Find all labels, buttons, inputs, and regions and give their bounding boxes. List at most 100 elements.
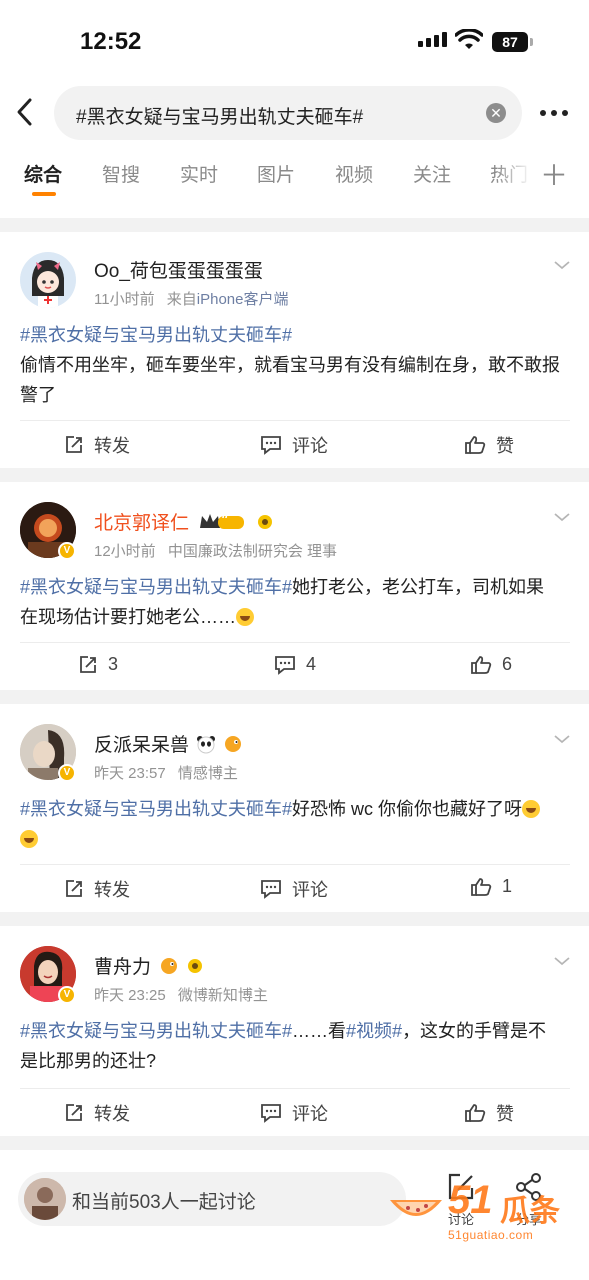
post-username[interactable]: 曹舟力: [94, 952, 204, 979]
post-source: 情感博主: [177, 765, 238, 782]
back-arrow-icon[interactable]: [14, 96, 38, 128]
tab-images[interactable]: 图片: [257, 160, 295, 187]
watermelon-logo-icon: [390, 1200, 442, 1216]
comment-button[interactable]: 评论: [260, 432, 328, 458]
like-icon: [465, 1104, 486, 1122]
post-source: 中国廉政法制研究会 理事: [167, 543, 338, 560]
post-hashtag[interactable]: #黑衣女疑与宝马男出轨丈夫砸车#: [20, 325, 292, 345]
like-button[interactable]: 赞: [464, 1100, 514, 1126]
post-meta: 11小时前 来自iPhone客户端: [94, 288, 288, 309]
panda-icon: [197, 736, 216, 754]
post-card[interactable]: V 曹舟力 昨天 23:25 微博新知博主 #黑衣女疑与宝马男出轨丈夫砸车#………: [0, 926, 589, 1136]
active-tab-indicator: [32, 192, 56, 196]
post-username-text: 反派呆呆兽: [94, 735, 190, 756]
post-source[interactable]: iPhone客户端: [197, 291, 289, 308]
post-card[interactable]: Oo_荷包蛋蛋蛋蛋蛋 11小时前 来自iPhone客户端 #黑衣女疑与宝马男出轨…: [0, 232, 589, 468]
repost-icon: [66, 1104, 82, 1121]
tab-comprehensive[interactable]: 综合: [24, 160, 62, 187]
post-hashtag[interactable]: #黑衣女疑与宝马男出轨丈夫砸车#: [20, 577, 292, 597]
laughing-emoji-icon: [20, 830, 38, 848]
comment-label: 评论: [292, 436, 328, 456]
divider: [20, 420, 570, 421]
divider: [20, 642, 570, 643]
post-text: #黑衣女疑与宝马男出轨丈夫砸车#……看#视频#，这女的手臂是不 是比那男的还壮?: [20, 1016, 570, 1076]
tabs-fade: [496, 146, 532, 204]
like-count: 1: [502, 876, 513, 896]
post-time: 昨天 23:25: [94, 987, 166, 1004]
comment-button[interactable]: 4: [274, 654, 316, 675]
post-body-part: ，这女的手臂是不: [402, 1021, 547, 1041]
more-options-icon[interactable]: [540, 110, 568, 116]
search-query: #黑衣女疑与宝马男出轨丈夫砸车#: [76, 107, 364, 128]
post-source-prefix: 来自: [166, 291, 197, 308]
like-button[interactable]: 6: [470, 654, 512, 675]
like-button[interactable]: 赞: [464, 432, 514, 458]
tab-videos[interactable]: 视频: [335, 160, 373, 187]
post-hashtag[interactable]: #黑衣女疑与宝马男出轨丈夫砸车#: [20, 799, 292, 819]
sunflower-badge-icon: [187, 959, 202, 973]
repost-icon: [66, 436, 82, 453]
post-time: 12小时前: [94, 543, 156, 560]
previous-card-remnant: [0, 204, 589, 218]
repost-button[interactable]: 3: [78, 654, 118, 675]
post-hashtag[interactable]: #黑衣女疑与宝马男出轨丈夫砸车#: [20, 1021, 292, 1041]
comment-icon: [275, 655, 295, 675]
verified-badge-icon: V: [58, 764, 76, 782]
post-body: 偷情不用坐牢，砸车要坐牢，就看宝马男有没有编制在身，敢不敢报警了: [20, 355, 560, 405]
wifi-icon: [455, 29, 483, 49]
post-body-line1: 她打老公，老公打车，司机如果: [292, 577, 545, 597]
discussion-input[interactable]: 和当前503人一起讨论: [18, 1172, 406, 1226]
avatar[interactable]: [20, 252, 76, 308]
post-username-text: 曹舟力: [94, 957, 152, 978]
status-time: 12:52: [80, 28, 142, 55]
chevron-down-icon[interactable]: [553, 952, 571, 970]
like-icon: [465, 436, 486, 454]
repost-button[interactable]: 转发: [64, 432, 130, 458]
comment-icon: [261, 880, 281, 899]
post-time: 昨天 23:57: [94, 765, 166, 782]
vip-level: II: [222, 509, 229, 521]
chevron-down-icon[interactable]: [553, 730, 571, 748]
tab-following[interactable]: 关注: [413, 160, 451, 187]
like-label: 赞: [496, 436, 514, 456]
add-tab-icon[interactable]: ＋: [540, 154, 568, 194]
tab-realtime[interactable]: 实时: [180, 160, 218, 187]
clear-search-icon[interactable]: ✕: [486, 103, 506, 123]
post-card[interactable]: V 北京郭译仁 II 12小时前 中国廉政法制研究会 理事 #黑衣女疑与宝马男出…: [0, 482, 589, 690]
post-username[interactable]: Oo_荷包蛋蛋蛋蛋蛋: [94, 256, 263, 283]
post-username[interactable]: 反派呆呆兽: [94, 730, 244, 757]
repost-label: 转发: [94, 1104, 130, 1124]
watermark-number: 51: [448, 1178, 493, 1222]
comment-button[interactable]: 评论: [260, 876, 328, 902]
chevron-down-icon[interactable]: [553, 256, 571, 274]
repost-icon: [80, 655, 96, 673]
laughing-emoji-icon: [236, 608, 254, 626]
repost-icon: [66, 880, 82, 897]
post-body-part: ……看: [292, 1021, 347, 1041]
cellular-signal-icon: [418, 32, 447, 47]
post-body: 好恐怖 wc 你偷你也藏好了呀: [292, 799, 523, 819]
user-avatar: [24, 1178, 66, 1220]
comment-icon: [261, 436, 281, 455]
post-actions: 3 4 6: [0, 644, 589, 690]
repost-button[interactable]: 转发: [64, 876, 130, 902]
post-text: #黑衣女疑与宝马男出轨丈夫砸车#好恐怖 wc 你偷你也藏好了呀: [20, 794, 570, 854]
post-source: 微博新知博主: [177, 987, 268, 1004]
post-meta: 12小时前 中国廉政法制研究会 理事: [94, 540, 337, 561]
post-hashtag-video[interactable]: #视频#: [346, 1021, 402, 1041]
comment-icon: [261, 1104, 281, 1123]
tab-smart-search[interactable]: 智搜: [102, 160, 140, 187]
pufferfish-badge-icon: [161, 958, 178, 974]
post-actions: 转发 评论 赞: [0, 1090, 589, 1136]
chevron-down-icon[interactable]: [553, 508, 571, 526]
site-watermark: 51 瓜条 51guatiao.com: [388, 1170, 578, 1260]
battery-tip: [530, 38, 533, 46]
like-button[interactable]: 1: [470, 876, 512, 897]
search-input[interactable]: #黑衣女疑与宝马男出轨丈夫砸车# ✕: [54, 86, 522, 140]
post-card[interactable]: V 反派呆呆兽 昨天 23:57 情感博主 #黑衣女疑与宝马男出轨丈夫砸车#好恐…: [0, 704, 589, 912]
comment-label: 评论: [292, 880, 328, 900]
comment-button[interactable]: 评论: [260, 1100, 328, 1126]
repost-button[interactable]: 转发: [64, 1100, 130, 1126]
post-username[interactable]: 北京郭译仁 II: [94, 508, 274, 535]
discussion-placeholder: 和当前503人一起讨论: [72, 1192, 256, 1213]
